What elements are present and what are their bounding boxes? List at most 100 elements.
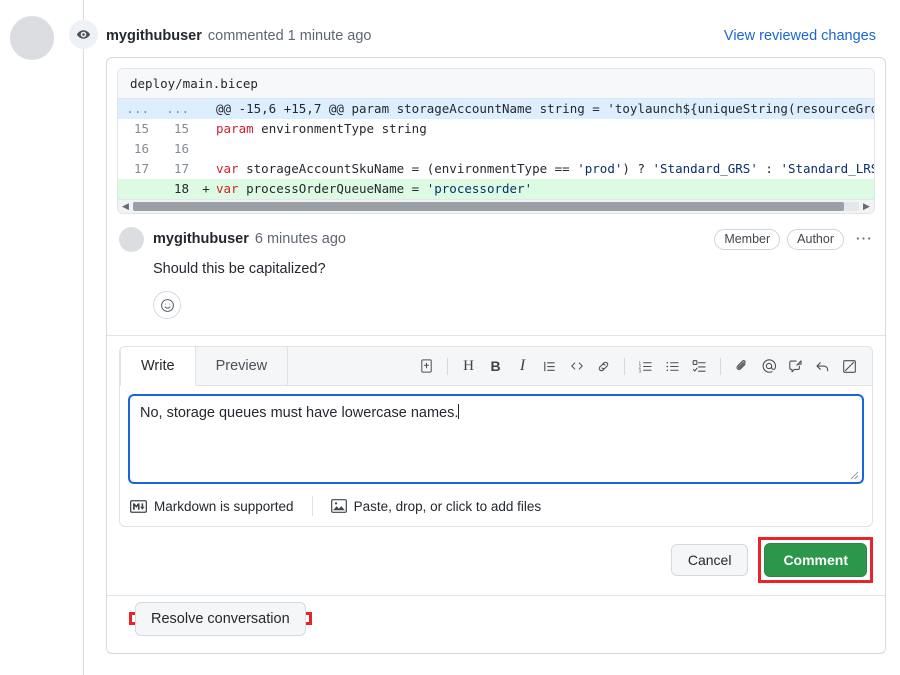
diff-code: @@ -15,6 +15,7 @@ param storageAccountNa… — [216, 101, 874, 116]
toolbar-separator — [447, 357, 448, 375]
comment-username[interactable]: mygithubuser — [153, 231, 249, 247]
diff-row-hunk: ... ... @@ -15,6 +15,7 @@ param storageA… — [118, 99, 874, 119]
saved-reply-icon[interactable] — [783, 354, 808, 379]
code-rest: storageAccountSkuName = (environmentType… — [238, 161, 578, 176]
diff-gutter-new: ... — [166, 101, 189, 116]
task-list-icon[interactable] — [687, 354, 712, 379]
tab-write[interactable]: Write — [120, 347, 196, 386]
diff-gutter-new: 16 — [173, 141, 189, 156]
scrollbar-track[interactable] — [133, 202, 859, 211]
diff-row-context: 17 17 var storageAccountSkuName = (envir… — [118, 159, 874, 179]
diff-row-context: 15 15 param environmentType string — [118, 119, 874, 139]
view-reviewed-changes-link[interactable]: View reviewed changes — [724, 28, 876, 44]
comment-header-right: Member Author ⋯ — [707, 228, 873, 250]
diff-file-path: deploy/main.bicep — [118, 69, 874, 99]
diff-block: deploy/main.bicep ... ... @@ -15,6 +15,7… — [117, 68, 875, 214]
diff-gutter-old: 17 — [133, 161, 149, 176]
comment-timestamp: 6 minutes ago — [254, 231, 346, 247]
eye-icon — [69, 20, 98, 49]
text-caret — [458, 404, 460, 419]
header-username[interactable]: mygithubuser — [106, 28, 202, 44]
code-icon[interactable] — [564, 354, 589, 379]
editor-tabbar: Write Preview H B I 1 2 3 — [120, 347, 872, 386]
numbered-list-icon[interactable]: 1 2 3 — [633, 354, 658, 379]
comment-header: mygithubuser commented 1 minute ago View… — [106, 25, 876, 47]
editor-actions: Cancel Comment — [107, 527, 885, 596]
resize-handle[interactable] — [850, 471, 859, 480]
markdown-note-label: Markdown is supported — [154, 498, 294, 514]
comment-body: Should this be capitalized? — [153, 261, 326, 277]
comment-editor: Write Preview H B I 1 2 3 No, storage qu… — [119, 346, 873, 527]
code-string: 'prod' — [577, 161, 623, 176]
header-action-text: commented 1 minute ago — [207, 28, 372, 44]
review-comment-page: mygithubuser commented 1 minute ago View… — [0, 0, 900, 675]
diff-gutter-new: 15 — [173, 121, 189, 136]
existing-comment: mygithubuser 6 minutes ago Member Author… — [107, 214, 885, 336]
markdown-icon — [130, 499, 147, 513]
code-rest: environmentType string — [253, 121, 427, 136]
resolve-conversation-button[interactable]: Resolve conversation — [135, 602, 306, 636]
diff-code: var storageAccountSkuName = (environment… — [214, 159, 874, 179]
code-string: 'Standard_GRS' — [652, 161, 758, 176]
reply-icon[interactable] — [810, 354, 835, 379]
comment-input[interactable]: No, storage queues must have lowercase n… — [128, 394, 864, 484]
code-mid: : — [757, 161, 781, 176]
tab-preview[interactable]: Preview — [196, 347, 289, 385]
diff-horizontal-scrollbar[interactable]: ◀ ▶ — [118, 199, 874, 213]
editor-toolbar: H B I 1 2 3 — [414, 347, 872, 385]
timeline-line — [83, 0, 84, 675]
comment-button-highlight: Comment — [758, 537, 873, 583]
code-keyword: var — [216, 181, 239, 196]
scroll-right-arrow[interactable]: ▶ — [861, 202, 872, 211]
diff-gutter-old: ... — [126, 101, 149, 116]
code-keyword: var — [216, 161, 239, 176]
attach-note-label: Paste, drop, or click to add files — [353, 498, 542, 514]
avatar — [119, 226, 144, 252]
diff-code: var processOrderQueueName = 'processorde… — [214, 179, 532, 199]
mention-icon[interactable] — [756, 354, 781, 379]
resolve-wrapper: Resolve conversation — [107, 596, 885, 640]
kebab-menu-icon[interactable]: ⋯ — [855, 230, 873, 247]
quote-icon[interactable] — [537, 354, 562, 379]
attach-files-note[interactable]: Paste, drop, or click to add files — [330, 498, 542, 514]
editor-footer: Markdown is supported Paste, drop, or cl… — [120, 492, 872, 526]
footer-separator — [311, 496, 313, 516]
diff-gutter-old: 15 — [133, 121, 149, 136]
code-string: 'processorder' — [426, 181, 533, 196]
link-icon[interactable] — [591, 354, 616, 379]
comment-header-row: mygithubuser 6 minutes ago Member Author… — [119, 226, 873, 252]
comment-editor-wrapper: Write Preview H B I 1 2 3 No, storage qu… — [107, 336, 885, 527]
bold-icon[interactable]: B — [483, 354, 508, 379]
code-mid: ) ? — [622, 161, 653, 176]
fullscreen-icon[interactable] — [837, 354, 862, 379]
toolbar-separator — [624, 357, 625, 375]
image-icon — [330, 499, 347, 513]
smiley-reaction-icon[interactable] — [153, 291, 181, 319]
cancel-button[interactable]: Cancel — [670, 544, 749, 576]
code-rest: processOrderQueueName = — [238, 181, 427, 196]
avatar — [10, 16, 54, 60]
diff-row-added: 18 + var processOrderQueueName = 'proces… — [118, 179, 874, 199]
comment-button[interactable]: Comment — [764, 543, 867, 577]
diff-sign: + — [202, 181, 210, 196]
heading-icon[interactable]: H — [456, 354, 481, 379]
suggested-change-icon[interactable] — [414, 354, 439, 379]
diff-gutter-old: 16 — [133, 141, 149, 156]
code-keyword: param — [216, 121, 254, 136]
italic-icon[interactable]: I — [510, 354, 535, 379]
conversation-container: deploy/main.bicep ... ... @@ -15,6 +15,7… — [106, 57, 886, 654]
markdown-supported-note[interactable]: Markdown is supported — [130, 499, 294, 514]
attach-file-icon[interactable] — [729, 354, 754, 379]
comment-input-value: No, storage queues must have lowercase n… — [140, 405, 459, 421]
diff-gutter-new: 18 — [173, 181, 189, 196]
status-badge-author[interactable]: Author — [787, 228, 844, 250]
scroll-left-arrow[interactable]: ◀ — [120, 202, 131, 211]
resolve-button-highlight: Resolve conversation — [129, 602, 312, 636]
bulleted-list-icon[interactable] — [660, 354, 685, 379]
scrollbar-thumb[interactable] — [133, 202, 845, 211]
svg-text:3: 3 — [639, 368, 642, 373]
diff-code: param environmentType string — [214, 119, 427, 139]
diff-gutter-new: 17 — [173, 161, 189, 176]
status-badge-member[interactable]: Member — [714, 228, 781, 250]
diff-row-context: 16 16 — [118, 139, 874, 159]
